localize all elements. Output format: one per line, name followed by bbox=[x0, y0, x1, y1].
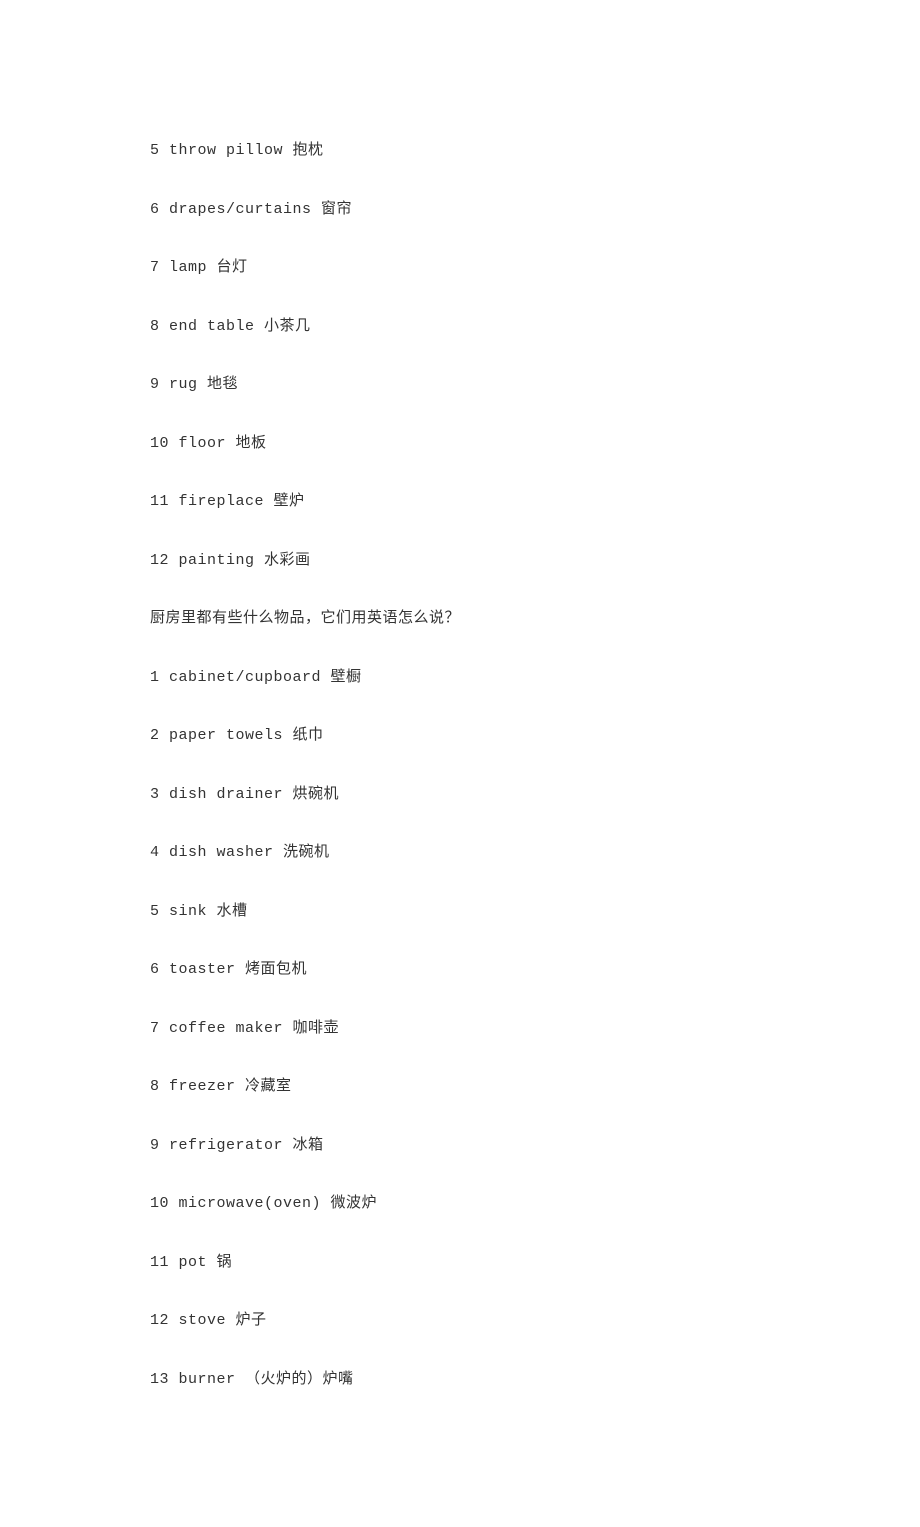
text-line: 5 sink 水槽 bbox=[150, 901, 770, 924]
text-line: 8 end table 小茶几 bbox=[150, 316, 770, 339]
text-line: 9 rug 地毯 bbox=[150, 374, 770, 397]
text-line: 10 microwave(oven) 微波炉 bbox=[150, 1193, 770, 1216]
text-line: 6 toaster 烤面包机 bbox=[150, 959, 770, 982]
text-line: 2 paper towels 纸巾 bbox=[150, 725, 770, 748]
text-line: 13 burner （火炉的）炉嘴 bbox=[150, 1369, 770, 1392]
section-heading: 厨房里都有些什么物品，它们用英语怎么说？ bbox=[150, 608, 770, 631]
text-line: 7 coffee maker 咖啡壶 bbox=[150, 1018, 770, 1041]
text-line: 12 painting 水彩画 bbox=[150, 550, 770, 573]
text-line: 8 freezer 冷藏室 bbox=[150, 1076, 770, 1099]
text-line: 11 fireplace 壁炉 bbox=[150, 491, 770, 514]
text-line: 6 drapes/curtains 窗帘 bbox=[150, 199, 770, 222]
text-line: 12 stove 炉子 bbox=[150, 1310, 770, 1333]
document-page: 5 throw pillow 抱枕 6 drapes/curtains 窗帘 7… bbox=[0, 0, 770, 1527]
text-line: 7 lamp 台灯 bbox=[150, 257, 770, 280]
text-line: 9 refrigerator 冰箱 bbox=[150, 1135, 770, 1158]
text-line: 3 dish drainer 烘碗机 bbox=[150, 784, 770, 807]
text-line: 4 dish washer 洗碗机 bbox=[150, 842, 770, 865]
text-line: 5 throw pillow 抱枕 bbox=[150, 140, 770, 163]
text-line: 1 cabinet/cupboard 壁橱 bbox=[150, 667, 770, 690]
text-line: 11 pot 锅 bbox=[150, 1252, 770, 1275]
text-line: 10 floor 地板 bbox=[150, 433, 770, 456]
